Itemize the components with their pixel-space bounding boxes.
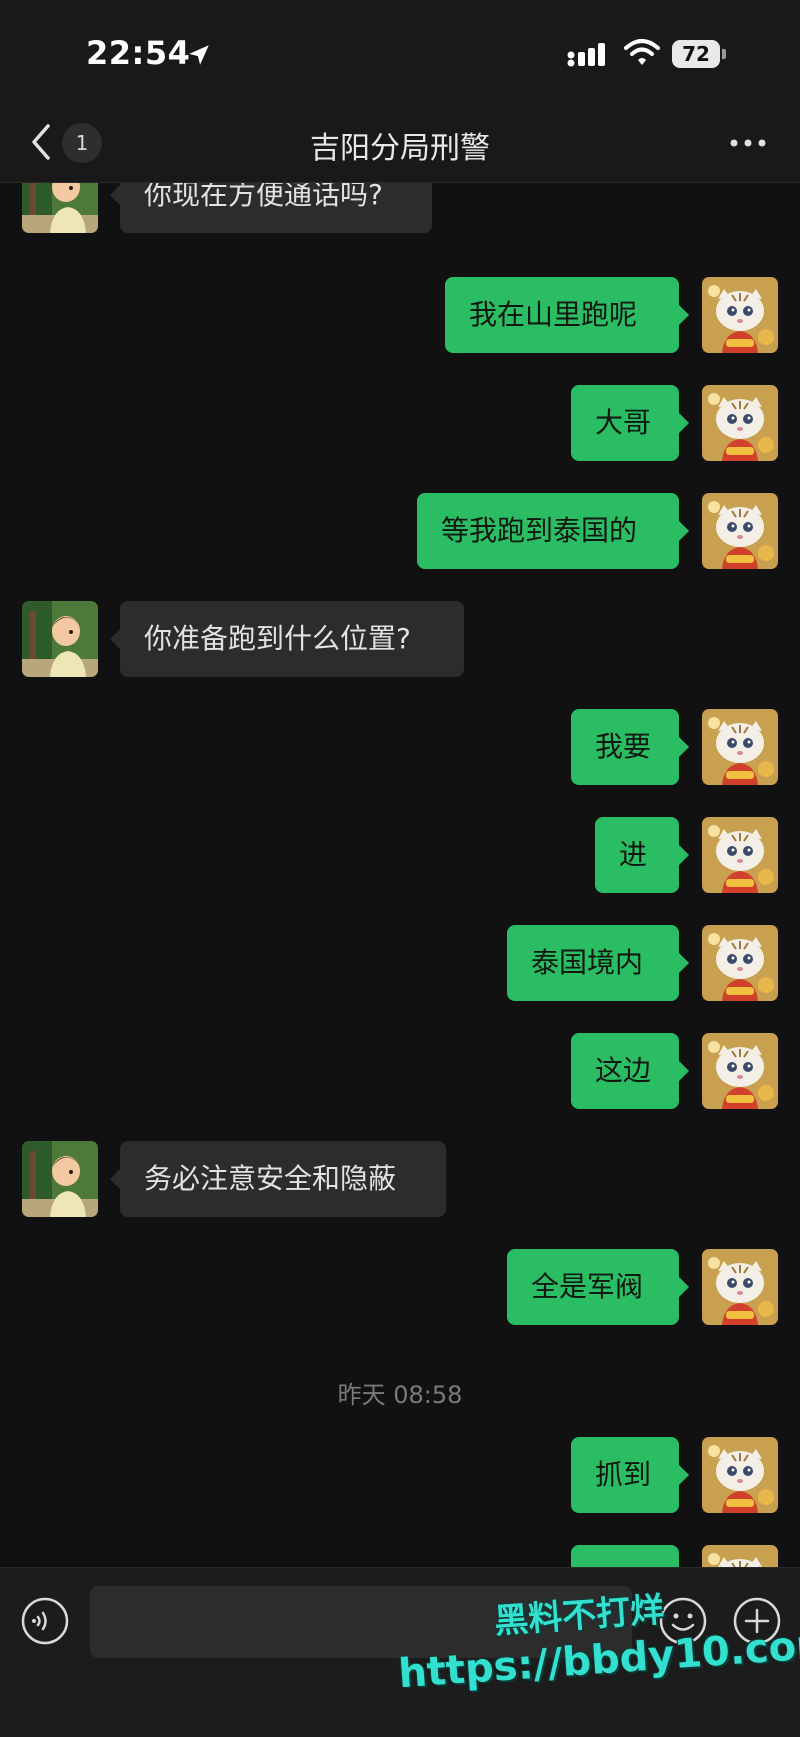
outgoing-message: 我在山里跑呢 xyxy=(0,277,800,357)
message-bubble[interactable]: 你现在方便通话吗? xyxy=(110,183,432,233)
message-bubble[interactable]: 泰国境内 xyxy=(507,925,689,1001)
contact-avatar[interactable] xyxy=(22,1141,98,1217)
chat-title: 吉阳分局刑警 xyxy=(310,131,490,166)
outgoing-message: 进 xyxy=(0,817,800,897)
outgoing-message: 泰国境内 xyxy=(0,925,800,1005)
outgoing-message: 这边 xyxy=(0,1033,800,1113)
outgoing-message: 大哥 xyxy=(0,385,800,465)
message-timestamp: 昨天 08:58 xyxy=(337,1381,463,1409)
status-bar: 22:54 72 xyxy=(0,0,800,105)
my-avatar[interactable] xyxy=(702,385,778,461)
my-avatar[interactable] xyxy=(702,1033,778,1109)
message-bubble[interactable]: 进 xyxy=(595,817,689,893)
plus-icon[interactable] xyxy=(732,1596,782,1646)
incoming-message: 你现在方便通话吗? xyxy=(0,183,800,237)
status-time: 22:54 xyxy=(86,34,191,72)
incoming-message: 务必注意安全和隐蔽 xyxy=(0,1141,800,1221)
my-avatar[interactable] xyxy=(702,493,778,569)
message-bubble[interactable]: 大哥 xyxy=(571,385,689,461)
message-bubble[interactable]: 全是军阀 xyxy=(507,1249,689,1325)
location-arrow-icon xyxy=(189,45,209,65)
battery-icon: 72 xyxy=(672,40,720,68)
message-list[interactable]: 你现在方便通话吗? 我在山里跑呢大哥等我跑到泰国的你准备跑到什么位置? 我要进泰国境… xyxy=(0,183,800,1567)
message-input[interactable] xyxy=(90,1586,632,1658)
my-avatar[interactable] xyxy=(702,1249,778,1325)
outgoing-message: 全是军阀 xyxy=(0,1249,800,1329)
chat-header: 1 吉阳分局刑警 xyxy=(0,105,800,183)
message-bubble[interactable]: 这边 xyxy=(571,1033,689,1109)
signal-icon xyxy=(567,43,605,67)
message-bubble[interactable]: 等我跑到泰国的 xyxy=(417,493,689,569)
my-avatar[interactable] xyxy=(702,277,778,353)
message-bubble[interactable]: 我要 xyxy=(571,709,689,785)
my-avatar[interactable] xyxy=(702,817,778,893)
more-dots-icon[interactable] xyxy=(728,131,768,155)
my-avatar[interactable] xyxy=(702,1437,778,1513)
contact-avatar[interactable] xyxy=(22,183,98,233)
contact-avatar[interactable] xyxy=(22,601,98,677)
battery-level: 72 xyxy=(682,42,710,66)
wifi-icon xyxy=(624,39,660,65)
my-avatar[interactable] xyxy=(702,925,778,1001)
incoming-message: 你准备跑到什么位置? xyxy=(0,601,800,681)
outgoing-message xyxy=(0,1545,800,1567)
outgoing-message: 等我跑到泰国的 xyxy=(0,493,800,573)
battery-tip xyxy=(722,49,726,59)
message-bubble[interactable]: 我在山里跑呢 xyxy=(445,277,689,353)
outgoing-message: 我要 xyxy=(0,709,800,789)
voice-icon[interactable] xyxy=(20,1596,70,1646)
message-bubble[interactable]: 抓到 xyxy=(571,1437,689,1513)
message-bubble[interactable] xyxy=(571,1545,679,1567)
my-avatar[interactable] xyxy=(702,709,778,785)
my-avatar[interactable] xyxy=(702,1545,778,1567)
emoji-icon[interactable] xyxy=(658,1596,708,1646)
message-bubble[interactable]: 务必注意安全和隐蔽 xyxy=(110,1141,446,1217)
outgoing-message: 抓到 xyxy=(0,1437,800,1517)
message-bubble[interactable]: 你准备跑到什么位置? xyxy=(110,601,464,677)
input-bar xyxy=(0,1567,800,1737)
